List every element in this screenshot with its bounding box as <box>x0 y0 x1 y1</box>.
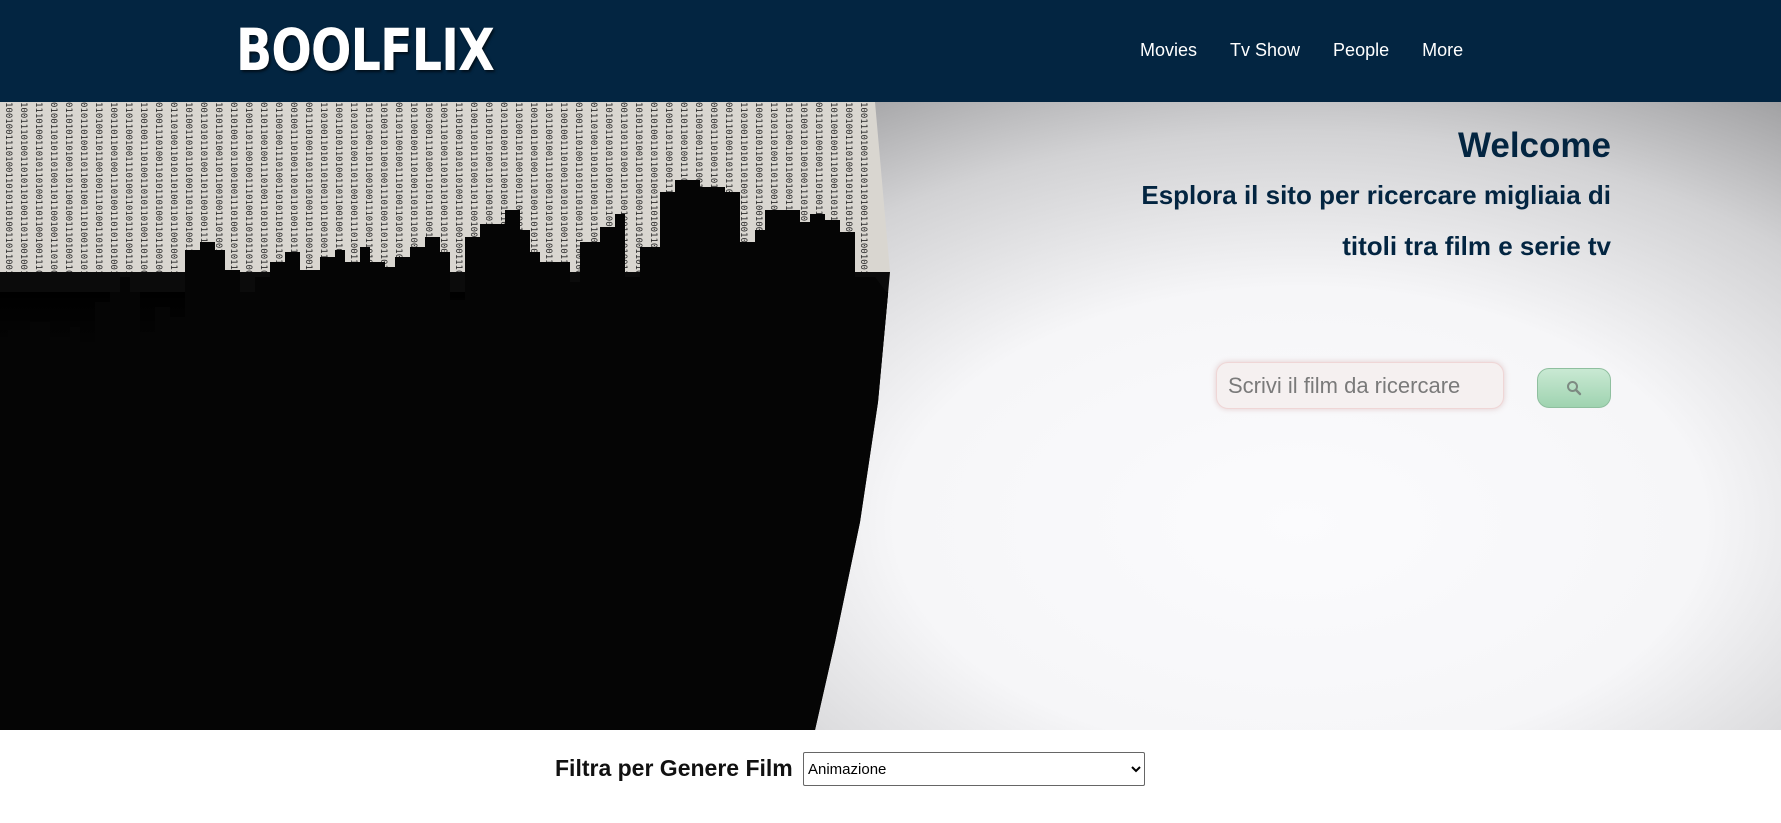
main-nav: Movies Tv Show People More <box>1140 38 1496 62</box>
search-input[interactable] <box>1216 362 1504 409</box>
nav-more[interactable]: More <box>1422 38 1463 62</box>
genre-filter-label: Filtra per Genere Film <box>555 755 793 781</box>
hero-subtitle: Esplora il sito per ricercare migliaia d… <box>1141 180 1611 261</box>
logo[interactable]: BOOLFLIX <box>236 14 495 86</box>
nav-people[interactable]: People <box>1333 38 1389 62</box>
nav-movies[interactable]: Movies <box>1140 38 1197 62</box>
genre-select[interactable]: Animazione <box>803 752 1145 786</box>
welcome-title: Welcome <box>1457 126 1611 165</box>
search-button[interactable] <box>1537 368 1611 408</box>
hooded-figure-image: 1001001110100110101101001101100100111010… <box>0 102 890 730</box>
hero-section: 1001001110100110101101001101100100111010… <box>0 102 1781 730</box>
nav-tv-show[interactable]: Tv Show <box>1230 38 1300 62</box>
site-header: BOOLFLIX Movies Tv Show People More <box>0 0 1781 102</box>
search-icon <box>1567 381 1582 396</box>
